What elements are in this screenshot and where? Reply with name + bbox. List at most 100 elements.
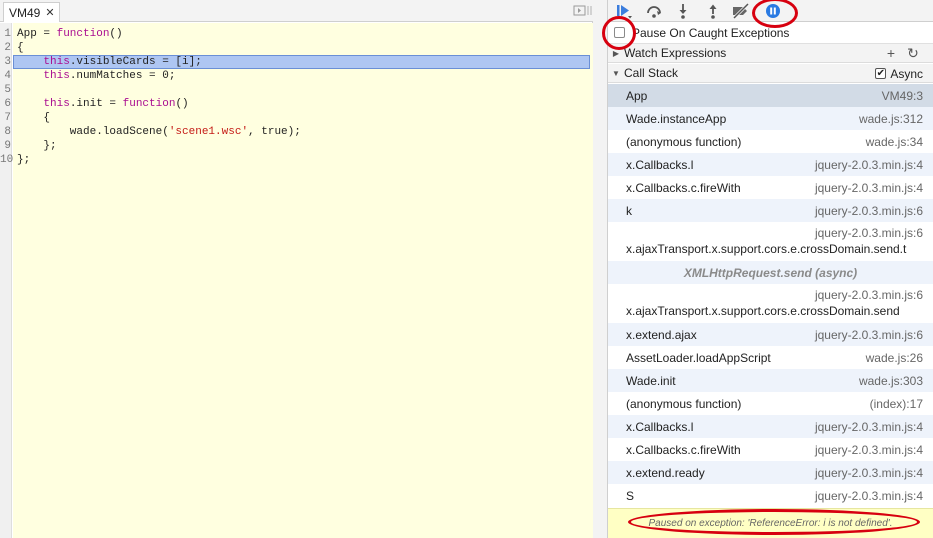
call-frame-function: x.Callbacks.l	[626, 157, 694, 172]
call-frame-location[interactable]: VM49:3	[882, 89, 923, 103]
call-frame[interactable]: x.Callbacks.l jquery-2.0.3.min.js:4	[608, 153, 933, 176]
step-over-icon[interactable]	[644, 2, 664, 20]
pause-on-caught-exceptions-row[interactable]: Pause On Caught Exceptions	[608, 22, 933, 44]
line-number[interactable]: 5	[0, 83, 11, 97]
call-frame-function: Wade.instanceApp	[626, 111, 727, 126]
code-line: {	[17, 112, 51, 124]
call-frame-location[interactable]: (index):17	[870, 397, 923, 411]
pause-on-caught-exceptions-label: Pause On Caught Exceptions	[632, 25, 790, 40]
refresh-icon[interactable]: ↻	[905, 45, 921, 61]
call-frame-function: x.ajaxTransport.x.support.cors.e.crossDo…	[626, 304, 900, 318]
call-frame-function: App	[626, 88, 648, 103]
toggle-console-icon[interactable]	[573, 4, 586, 17]
call-frame-function: (anonymous function)	[626, 396, 742, 411]
call-frame-location[interactable]: jquery-2.0.3.min.js:4	[815, 443, 923, 457]
call-frame[interactable]: k jquery-2.0.3.min.js:6	[608, 199, 933, 222]
call-frame-function: x.extend.ajax	[626, 327, 697, 342]
call-frame-function: AssetLoader.loadAppScript	[626, 350, 771, 365]
call-frame[interactable]: x.extend.ready jquery-2.0.3.min.js:4	[608, 461, 933, 484]
call-frame[interactable]: x.ajaxTransport.x.support.cors.e.crossDo…	[608, 284, 933, 323]
line-number[interactable]: 6	[0, 97, 11, 111]
line-number[interactable]: 2	[0, 41, 11, 55]
async-label: Async	[890, 66, 923, 81]
call-frame[interactable]: x.ajaxTransport.x.support.cors.e.crossDo…	[608, 222, 933, 261]
step-out-icon[interactable]	[703, 2, 723, 20]
code-line: App = function()	[17, 28, 123, 40]
call-frame-function: (anonymous function)	[626, 134, 742, 149]
line-number[interactable]: 4	[0, 69, 11, 83]
call-stack-list: App VM49:3 Wade.instanceApp wade.js:312 (ano…	[608, 84, 933, 507]
call-frame-location[interactable]: jquery-2.0.3.min.js:4	[815, 181, 923, 195]
call-frame-location[interactable]: jquery-2.0.3.min.js:6	[815, 328, 923, 342]
call-frame-function: x.ajaxTransport.x.support.cors.e.crossDo…	[626, 242, 907, 256]
call-frame-location[interactable]: wade.js:312	[859, 112, 923, 126]
line-number[interactable]: 3	[0, 55, 11, 69]
call-frame[interactable]: AssetLoader.loadAppScript wade.js:26	[608, 346, 933, 369]
call-frame-function: k	[626, 203, 632, 218]
line-number-gutter[interactable]: 1 2 3 4 5 6 7 8 9 10	[0, 23, 13, 538]
call-frame[interactable]: x.Callbacks.c.fireWith jquery-2.0.3.min.j…	[608, 438, 933, 461]
pause-on-caught-exceptions-checkbox[interactable]	[614, 27, 625, 38]
line-number[interactable]: 1	[0, 27, 11, 41]
add-icon[interactable]: +	[883, 45, 899, 61]
call-stack-header[interactable]: ▼ Call Stack ✔ Async	[608, 64, 933, 83]
watch-expressions-header[interactable]: ▶ Watch Expressions + ↻	[608, 44, 933, 63]
call-frame-location[interactable]: wade.js:34	[866, 135, 923, 149]
call-frame-location[interactable]: jquery-2.0.3.min.js:6	[815, 226, 923, 240]
line-number[interactable]: 7	[0, 111, 11, 125]
triangle-right-icon: ▶	[612, 48, 620, 58]
call-frame[interactable]: x.Callbacks.l jquery-2.0.3.min.js:4	[608, 415, 933, 438]
call-frame-location[interactable]: wade.js:26	[866, 351, 923, 365]
panel-splitter[interactable]	[593, 0, 608, 538]
code-line: };	[17, 140, 57, 152]
call-frame[interactable]: App VM49:3	[608, 84, 933, 107]
watch-expressions-title: Watch Expressions	[624, 46, 727, 60]
resume-icon[interactable]	[614, 2, 634, 20]
editor-tabbar: VM49 ✕	[0, 0, 593, 22]
code-line: this.numMatches = 0;	[43, 70, 176, 82]
close-icon[interactable]: ✕	[45, 6, 54, 19]
code-area[interactable]: App = function() { this.visibleCards = […	[13, 23, 593, 538]
call-frame-function: x.Callbacks.c.fireWith	[626, 180, 741, 195]
async-checkbox[interactable]: ✔	[875, 68, 887, 79]
call-frame-location[interactable]: jquery-2.0.3.min.js:4	[815, 466, 923, 480]
step-into-icon[interactable]	[673, 2, 693, 20]
call-stack-title: Call Stack	[624, 66, 679, 80]
code-line: wade.loadScene('scene1.wsc', true);	[17, 126, 301, 138]
call-frame-location[interactable]: wade.js:303	[859, 374, 923, 388]
call-frame-function: x.Callbacks.l	[626, 419, 694, 434]
tab-vm49[interactable]: VM49 ✕	[3, 2, 60, 22]
call-frame-location[interactable]: jquery-2.0.3.min.js:4	[815, 158, 923, 172]
pause-on-exceptions-icon[interactable]	[763, 2, 783, 20]
paused-status-message: Paused on exception: 'ReferenceError: i …	[608, 508, 933, 538]
call-frame[interactable]: Wade.instanceApp wade.js:312	[608, 107, 933, 130]
call-frame-function: x.extend.ready	[626, 465, 705, 480]
call-frame-location[interactable]: jquery-2.0.3.min.js:6	[815, 204, 923, 218]
debugger-sidebar: Pause On Caught Exceptions ▶ Watch Expre…	[608, 0, 933, 538]
code-line: this.init = function()	[43, 98, 189, 110]
async-toggle[interactable]: ✔ Async	[875, 65, 923, 82]
code-line: };	[17, 154, 31, 166]
triangle-down-icon: ▼	[612, 68, 620, 78]
call-frame-function: x.Callbacks.c.fireWith	[626, 442, 741, 457]
call-frame[interactable]: x.extend.ajax jquery-2.0.3.min.js:6	[608, 323, 933, 346]
source-editor: VM49 ✕ 1 2 3 4 5 6 7 8 9 10 App = functi…	[0, 0, 593, 538]
call-frame[interactable]: (anonymous function) wade.js:34	[608, 130, 933, 153]
code-line: this.visibleCards = [i];	[43, 56, 202, 68]
call-frame[interactable]: x.Callbacks.c.fireWith jquery-2.0.3.min.j…	[608, 176, 933, 199]
tab-label: VM49	[9, 5, 41, 20]
async-separator: XMLHttpRequest.send (async)	[608, 261, 933, 284]
code-line: {	[17, 42, 24, 54]
line-number[interactable]: 8	[0, 125, 11, 139]
call-frame[interactable]: Wade.init wade.js:303	[608, 369, 933, 392]
call-frame[interactable]: (anonymous function) (index):17	[608, 392, 933, 415]
call-frame-location[interactable]: jquery-2.0.3.min.js:6	[815, 288, 923, 302]
deactivate-breakpoints-icon[interactable]	[731, 2, 751, 20]
call-frame-location[interactable]: jquery-2.0.3.min.js:4	[815, 489, 923, 503]
line-number[interactable]: 9	[0, 139, 11, 153]
line-number[interactable]: 10	[0, 153, 13, 167]
call-frame[interactable]: Sjquery-2.0.3.min.js:4	[608, 484, 933, 507]
debugger-toolbar	[608, 0, 933, 22]
call-frame-function: Wade.init	[626, 373, 676, 388]
call-frame-location[interactable]: jquery-2.0.3.min.js:4	[815, 420, 923, 434]
